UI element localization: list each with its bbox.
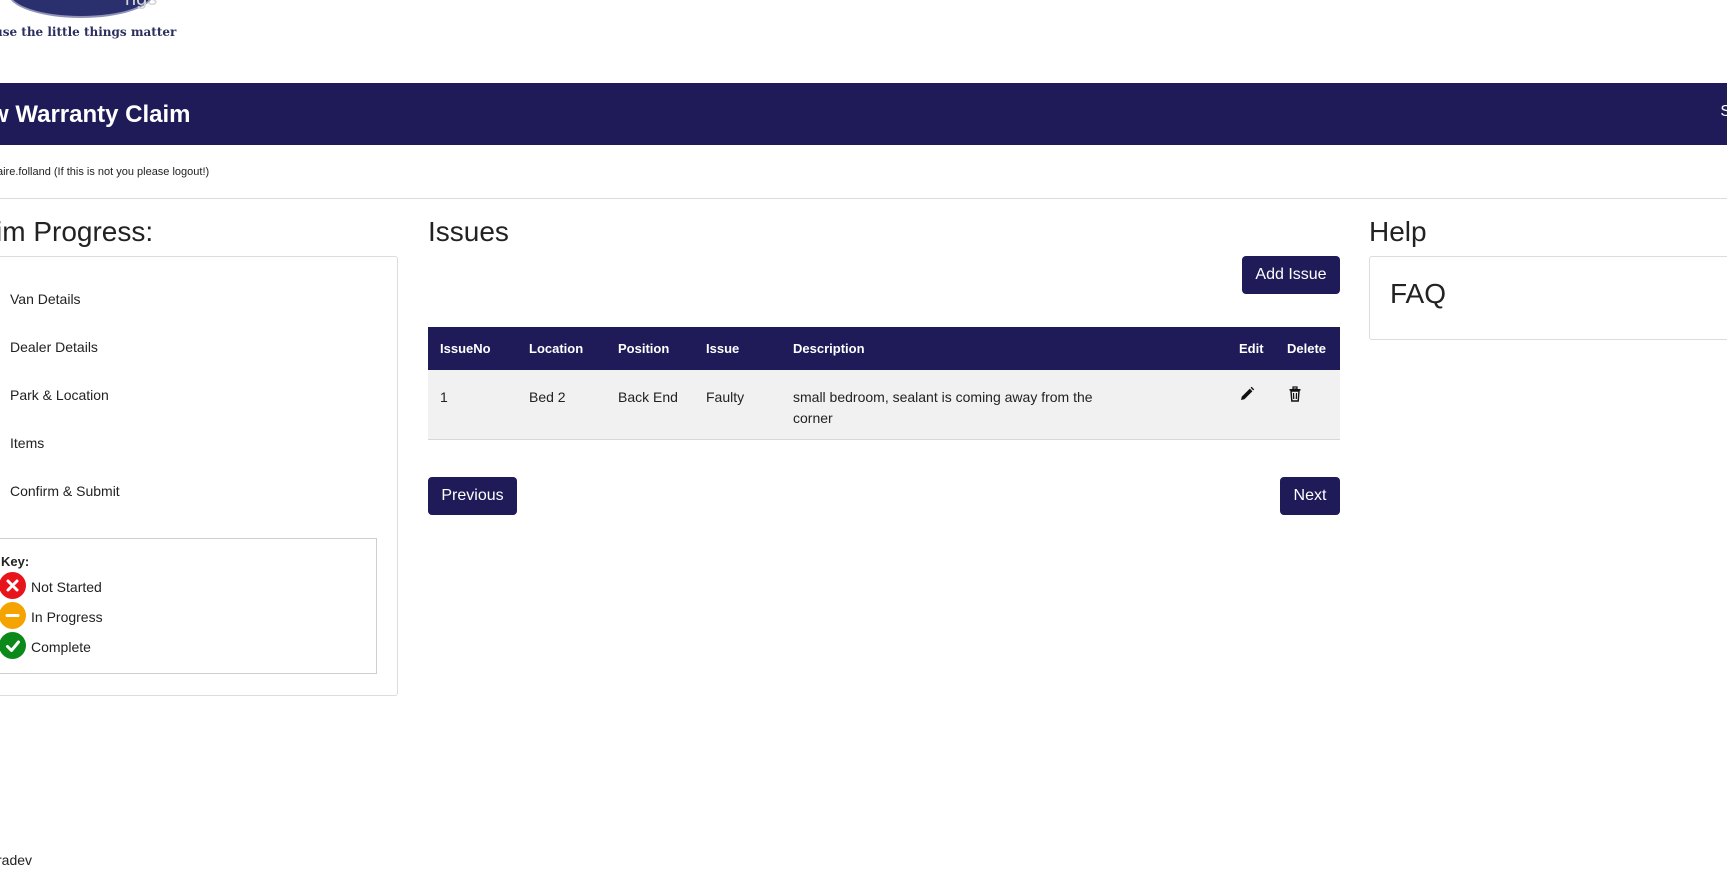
column-header-issue[interactable]: Issue <box>706 341 739 356</box>
next-button[interactable]: Next <box>1280 477 1340 515</box>
column-header-edit: Edit <box>1239 341 1264 356</box>
issues-table-header: IssueNo Location Position Issue Descript… <box>428 327 1340 370</box>
key-label: Not Started <box>31 579 102 595</box>
step-label: Dealer Details <box>10 339 98 355</box>
faq-card[interactable]: FAQ <box>1369 256 1727 340</box>
trash-icon[interactable] <box>1287 386 1303 402</box>
step-label: Confirm & Submit <box>10 483 120 499</box>
edit-pencil-icon[interactable] <box>1239 386 1255 402</box>
key-label: In Progress <box>31 609 103 625</box>
faq-label: FAQ <box>1390 278 1447 309</box>
logo-text: ngs <box>125 0 157 11</box>
column-header-position[interactable]: Position <box>618 341 669 356</box>
add-issue-button[interactable]: Add Issue <box>1242 256 1340 294</box>
step-label: Items <box>10 435 45 451</box>
cell-description: small bedroom, sealant is coming away fr… <box>793 389 1093 426</box>
progress-title: im Progress: <box>0 216 154 247</box>
column-header-location[interactable]: Location <box>529 341 583 356</box>
column-header-issueno[interactable]: IssueNo <box>440 341 491 356</box>
check-circle-icon <box>0 632 26 659</box>
step-label: Park & Location <box>10 387 109 403</box>
help-title: Help <box>1369 216 1427 247</box>
column-header-delete: Delete <box>1287 341 1327 356</box>
minus-circle-icon <box>0 602 26 629</box>
issues-title: Issues <box>428 216 509 247</box>
status-key: Key: Not Started In Progress Complete <box>0 538 377 674</box>
tagline: use the little things matter <box>0 25 177 39</box>
previous-button[interactable]: Previous <box>428 477 517 515</box>
step-label: Van Details <box>10 291 81 307</box>
page: ngs use the little things matter w Warra… <box>0 0 1727 876</box>
column-header-description[interactable]: Description <box>793 341 865 356</box>
x-circle-icon <box>0 572 26 599</box>
page-title: w Warranty Claim <box>0 101 191 128</box>
key-title: Key: <box>1 554 30 569</box>
footer-text: radev <box>0 852 33 868</box>
cell-issue: Faulty <box>706 389 745 405</box>
cell-issue-no: 1 <box>440 389 448 405</box>
logged-in-user-notice: aire.folland (If this is not you please … <box>0 166 210 178</box>
banner-menu-text[interactable]: S <box>1720 103 1727 121</box>
page-banner: w Warranty Claim S <box>0 83 1727 145</box>
table-row: 1 Bed 2 Back End Faulty small bedroom, s… <box>428 370 1340 440</box>
divider <box>0 198 1727 199</box>
cell-position: Back End <box>618 389 678 405</box>
cell-location: Bed 2 <box>529 389 566 405</box>
key-label: Complete <box>31 639 91 655</box>
